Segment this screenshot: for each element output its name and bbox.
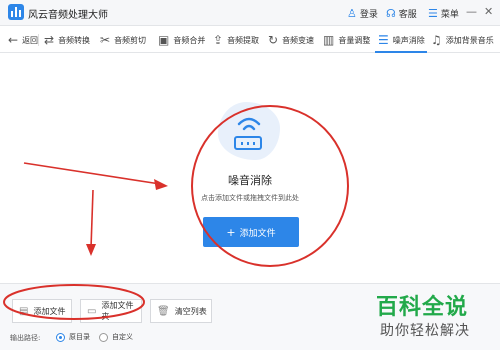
tab-add-bg-music[interactable]: ♫ 添加背景音乐 — [431, 27, 494, 53]
toolbar: ← 返回 ⇄ 音频转换 ✂ 音频剪切 ▣ 音频合并 ⇪ 音频提取 ↻ 音频变速 … — [0, 27, 500, 53]
folder-icon: ▭ — [87, 305, 97, 317]
trash-icon: 🗑 — [157, 305, 170, 317]
radio-custom-dir[interactable]: 自定义 — [99, 332, 133, 342]
add-file-label: 添加文件 — [239, 228, 276, 239]
noise-icon: ☰ — [378, 33, 389, 47]
page-title: 噪音消除 — [228, 174, 272, 187]
drop-hint: 点击添加文件或拖拽文件到此处 — [201, 194, 299, 202]
watermark-title: 百科全说 — [376, 295, 469, 320]
clear-list-button[interactable]: 🗑 清空列表 — [150, 299, 212, 323]
menu-label: 菜单 — [440, 9, 459, 20]
service-link[interactable]: ☊ 客服 — [386, 0, 417, 26]
minimize-icon[interactable]: — — [466, 5, 477, 18]
tab-label: 噪声消除 — [392, 35, 425, 45]
add-file-primary-button[interactable]: + 添加文件 — [203, 217, 299, 247]
output-path-label: 输出路径: — [10, 334, 41, 342]
tab-audio-cut[interactable]: ✂ 音频剪切 — [100, 27, 146, 53]
add-folder-button[interactable]: ▭ 添加文件夹 — [80, 299, 142, 323]
tab-label: 音量调整 — [338, 35, 371, 45]
user-icon: ♙ — [347, 6, 357, 20]
back-arrow-icon: ← — [8, 33, 19, 47]
login-link[interactable]: ♙ 登录 — [347, 0, 378, 26]
radio-custom-label: 自定义 — [112, 333, 133, 341]
app-title: 风云音频处理大师 — [28, 10, 108, 21]
add-folder-label: 添加文件夹 — [101, 301, 134, 321]
file-icon: ▤ — [19, 305, 29, 317]
noise-device-icon — [234, 136, 262, 150]
add-file-button[interactable]: ▤ 添加文件 — [12, 299, 72, 323]
close-icon[interactable]: ✕ — [484, 5, 493, 18]
drop-zone[interactable] — [0, 54, 500, 282]
wifi-icon — [237, 117, 261, 131]
service-label: 客服 — [398, 9, 417, 20]
tab-label: 音频剪切 — [114, 35, 147, 45]
plus-icon: + — [226, 225, 236, 239]
tab-audio-merge[interactable]: ▣ 音频合并 — [158, 27, 205, 53]
scissors-icon: ✂ — [100, 33, 111, 47]
tab-audio-extract[interactable]: ⇪ 音频提取 — [213, 27, 259, 53]
add-file-bottom-label: 添加文件 — [33, 306, 66, 316]
merge-icon: ▣ — [158, 33, 170, 47]
tab-label: 音频变速 — [282, 35, 315, 45]
back-label: 返回 — [22, 35, 39, 45]
tab-label: 添加背景音乐 — [445, 35, 494, 45]
tab-label: 音频合并 — [173, 35, 206, 45]
tab-audio-speed[interactable]: ↻ 音频变速 — [268, 27, 314, 53]
active-tab-indicator — [375, 51, 427, 53]
app-logo-icon — [8, 4, 24, 20]
login-label: 登录 — [359, 9, 378, 20]
radio-original-label: 原目录 — [69, 333, 90, 341]
speed-icon: ↻ — [268, 33, 279, 47]
title-bar: 风云音频处理大师 ♙ 登录 ☊ 客服 ☰ 菜单 — ✕ — [0, 0, 500, 26]
extract-icon: ⇪ — [213, 33, 224, 47]
menu-link[interactable]: ☰ 菜单 — [428, 0, 459, 26]
tab-label: 音频提取 — [227, 35, 260, 45]
headset-icon: ☊ — [386, 6, 396, 20]
volume-icon: ▥ — [323, 33, 335, 47]
radio-checked-icon — [56, 332, 65, 342]
tab-volume-adjust[interactable]: ▥ 音量调整 — [323, 27, 370, 53]
tab-label: 音频转换 — [58, 35, 91, 45]
radio-original-dir[interactable]: 原目录 — [56, 332, 90, 342]
menu-icon: ☰ — [428, 6, 438, 20]
tab-audio-convert[interactable]: ⇄ 音频转换 — [44, 27, 90, 53]
radio-unchecked-icon — [99, 332, 108, 342]
back-button[interactable]: ← 返回 — [8, 27, 38, 53]
tab-noise-removal[interactable]: ☰ 噪声消除 — [378, 27, 425, 53]
clear-list-label: 清空列表 — [174, 306, 207, 316]
music-icon: ♫ — [431, 33, 442, 47]
watermark-subtitle: 助你轻松解决 — [380, 323, 470, 339]
convert-icon: ⇄ — [44, 33, 55, 47]
